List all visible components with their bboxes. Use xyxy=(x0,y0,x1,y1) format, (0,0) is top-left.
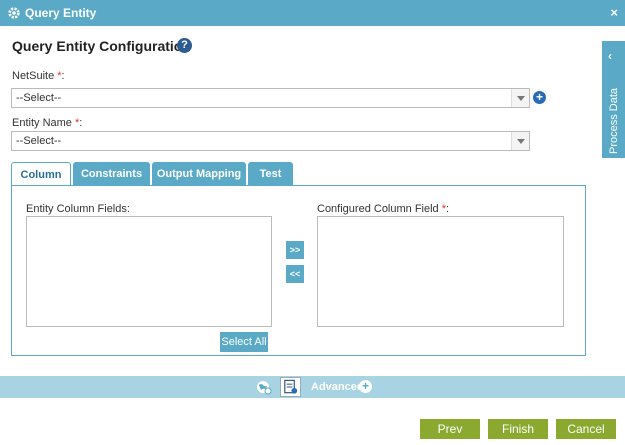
column-panel: Entity Column Fields: >> << Configured C… xyxy=(11,185,586,356)
select-all-button[interactable]: Select All xyxy=(220,332,268,352)
entity-column-fields-label: Entity Column Fields: xyxy=(26,203,130,215)
process-data-tab[interactable]: ‹ Process Data xyxy=(602,41,625,158)
tab-constraints[interactable]: Constraints xyxy=(73,162,150,186)
document-icon[interactable] xyxy=(280,377,301,397)
entity-column-fields-list[interactable] xyxy=(26,216,272,327)
netsuite-label: NetSuite *: xyxy=(12,70,65,82)
close-icon[interactable]: × xyxy=(610,5,618,20)
gear-icon xyxy=(8,7,20,19)
configured-column-field-label: Configured Column Field *: xyxy=(317,203,450,215)
entity-name-select[interactable]: --Select-- xyxy=(11,131,530,151)
configured-column-field-list[interactable] xyxy=(317,216,564,327)
entity-name-select-value: --Select-- xyxy=(16,135,62,147)
netsuite-select[interactable]: --Select-- xyxy=(11,88,530,108)
bottom-toolbar: Advanced + xyxy=(0,376,625,398)
advanced-expand-icon[interactable]: + xyxy=(359,380,372,393)
process-data-label: Process Data xyxy=(608,87,620,155)
chevron-down-icon[interactable] xyxy=(511,132,529,150)
cancel-button[interactable]: Cancel xyxy=(556,419,616,439)
title-bar: Query Entity × xyxy=(0,0,625,26)
globe-settings-icon[interactable] xyxy=(256,379,272,395)
entity-name-label: Entity Name *: xyxy=(12,117,83,129)
prev-button[interactable]: Prev xyxy=(420,419,480,439)
tab-output-mapping[interactable]: Output Mapping xyxy=(152,162,246,186)
finish-button[interactable]: Finish xyxy=(488,419,548,439)
tab-test[interactable]: Test xyxy=(248,162,293,186)
help-icon[interactable]: ? xyxy=(177,38,192,53)
advanced-label[interactable]: Advanced xyxy=(311,381,364,393)
chevron-left-icon[interactable]: ‹ xyxy=(608,49,612,63)
add-column-button[interactable]: >> xyxy=(286,241,304,259)
add-connection-icon[interactable]: + xyxy=(533,91,546,104)
chevron-down-icon[interactable] xyxy=(511,89,529,107)
netsuite-select-value: --Select-- xyxy=(16,92,62,104)
window-title: Query Entity xyxy=(25,6,97,20)
tab-column[interactable]: Column xyxy=(11,162,71,187)
remove-column-button[interactable]: << xyxy=(286,265,304,283)
page-title: Query Entity Configuration xyxy=(12,38,191,54)
